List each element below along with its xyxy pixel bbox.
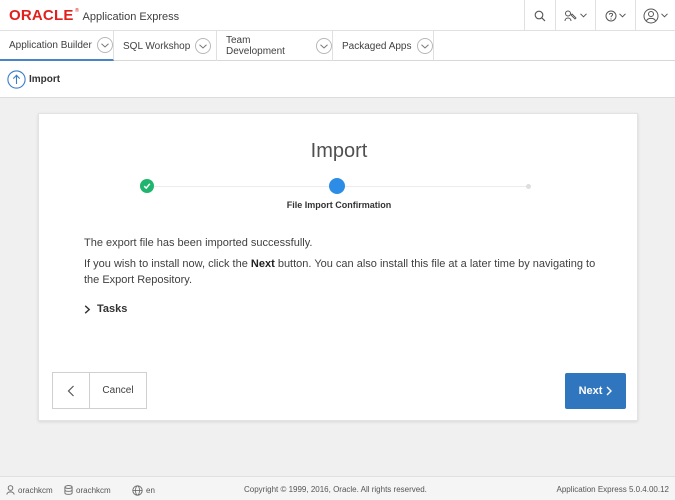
footer-workspace: orachkcm bbox=[64, 485, 111, 495]
tab-label: Application Builder bbox=[9, 39, 92, 51]
cancel-label: Cancel bbox=[102, 385, 134, 396]
user-menu-button[interactable] bbox=[635, 0, 675, 31]
header-actions bbox=[524, 0, 675, 31]
step-pending-marker bbox=[526, 184, 531, 189]
user-icon bbox=[6, 485, 15, 495]
language-selector[interactable]: en bbox=[132, 485, 155, 496]
chevron-down-icon bbox=[580, 13, 587, 18]
footer-workspace-name: orachkcm bbox=[76, 485, 111, 495]
checkmark-icon bbox=[143, 183, 151, 190]
chevron-right-icon bbox=[84, 304, 91, 314]
chevron-right-icon bbox=[606, 386, 613, 396]
import-wizard-card: Import File Import Confirmation The expo… bbox=[38, 113, 638, 421]
chevron-down-icon bbox=[619, 13, 626, 18]
success-message: The export file has been imported succes… bbox=[84, 237, 313, 249]
help-icon bbox=[605, 10, 617, 21]
chevron-down-icon[interactable] bbox=[195, 38, 212, 54]
database-icon bbox=[64, 485, 73, 495]
search-button[interactable] bbox=[524, 0, 555, 31]
breadcrumb bbox=[0, 61, 675, 98]
arrow-up-circle-icon bbox=[7, 70, 26, 89]
tab-sql-workshop[interactable]: SQL Workshop bbox=[114, 31, 217, 61]
install-instructions: If you wish to install now, click the Ne… bbox=[84, 256, 604, 288]
user-menu-icon bbox=[643, 8, 659, 23]
tasks-label: Tasks bbox=[97, 303, 128, 315]
app-name: Application Express bbox=[82, 11, 180, 23]
cancel-button[interactable]: Cancel bbox=[90, 372, 147, 409]
chevron-down-icon[interactable] bbox=[416, 38, 433, 54]
chevron-down-icon[interactable] bbox=[96, 37, 113, 53]
registered-mark: ® bbox=[74, 8, 80, 14]
chevron-down-icon bbox=[661, 13, 668, 18]
top-bar: ORACLE ® Application Express bbox=[0, 0, 675, 31]
footer: orachkcm orachkcm en Copyright © 1999, 2… bbox=[0, 476, 675, 500]
tasks-toggle[interactable]: Tasks bbox=[84, 303, 127, 315]
chevron-down-icon[interactable] bbox=[316, 38, 332, 54]
brand-name: ORACLE bbox=[9, 7, 74, 24]
previous-button[interactable] bbox=[52, 372, 90, 409]
oracle-logo[interactable]: ORACLE ® Application Express bbox=[9, 8, 179, 23]
step-current-marker bbox=[329, 178, 345, 194]
tab-packaged-apps[interactable]: Packaged Apps bbox=[333, 31, 434, 61]
globe-icon bbox=[132, 485, 143, 496]
wizard-progress-track bbox=[341, 186, 529, 187]
tab-label: SQL Workshop bbox=[123, 40, 191, 52]
wizard-progress-track bbox=[149, 186, 334, 187]
search-icon bbox=[534, 10, 546, 21]
tab-application-builder[interactable]: Application Builder bbox=[0, 31, 114, 61]
copyright-notice: Copyright © 1999, 2016, Oracle. All righ… bbox=[244, 485, 427, 494]
next-label: Next bbox=[578, 385, 603, 397]
tab-label: Packaged Apps bbox=[342, 40, 412, 52]
page-title: Import bbox=[29, 74, 61, 85]
main-navigation: Application Builder SQL Workshop Team De… bbox=[0, 31, 675, 61]
user-admin-icon bbox=[564, 10, 577, 21]
footer-user-name: orachkcm bbox=[18, 485, 53, 495]
wizard-title: Import bbox=[310, 140, 368, 162]
instructions-next-emphasis: Next bbox=[250, 258, 275, 270]
next-button[interactable]: Next bbox=[565, 373, 626, 409]
version-info: Application Express 5.0.4.00.12 bbox=[556, 485, 669, 494]
tab-team-development[interactable]: Team Development bbox=[217, 31, 333, 61]
current-step-label: File Import Confirmation bbox=[286, 200, 392, 210]
footer-user: orachkcm bbox=[6, 485, 53, 495]
help-menu-button[interactable] bbox=[595, 0, 635, 31]
step-complete-marker bbox=[140, 179, 154, 193]
chevron-left-icon bbox=[67, 385, 74, 396]
administration-menu-button[interactable] bbox=[555, 0, 595, 31]
instructions-text: If you wish to install now, click the bbox=[84, 258, 251, 270]
language-code[interactable]: en bbox=[146, 486, 155, 495]
tab-label: Team Development bbox=[226, 35, 285, 57]
